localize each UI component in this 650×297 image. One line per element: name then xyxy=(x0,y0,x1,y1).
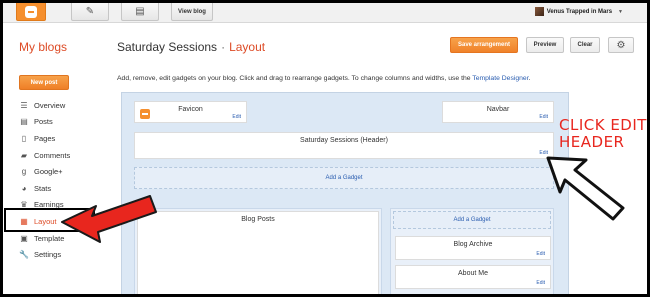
description-text: Add, remove, edit gadgets on your blog. … xyxy=(117,75,473,82)
gadget-title: About Me xyxy=(458,270,488,277)
favicon-gadget[interactable]: Favicon Edit xyxy=(134,101,247,123)
gadget-title: Blog Archive xyxy=(453,241,493,248)
my-blogs-link[interactable]: My blogs xyxy=(19,40,67,54)
blogger-home-button[interactable] xyxy=(16,3,46,21)
layout-description: Add, remove, edit gadgets on your blog. … xyxy=(117,75,530,82)
sidebar-item-label: Overview xyxy=(34,100,66,110)
gadget-title: Navbar xyxy=(486,106,510,113)
sidebar-item-label: Template xyxy=(34,233,65,243)
sidebar-item-settings[interactable]: 🔧 Settings xyxy=(19,246,109,263)
about-me-edit-link[interactable]: Edit xyxy=(536,280,545,286)
sidebar-item-overview[interactable]: ☰ Overview xyxy=(19,97,109,114)
top-bar: ✎ ▤ View blog Venus Trapped in Mars ▼ xyxy=(3,3,647,23)
settings-gear-button[interactable]: ⚙ xyxy=(608,37,634,53)
description-period: . xyxy=(528,75,531,82)
navbar-edit-link[interactable]: Edit xyxy=(539,114,548,120)
blogger-logo-icon xyxy=(25,5,37,18)
pages-icon: ▤ xyxy=(135,5,145,17)
stats-icon: ◕ xyxy=(21,183,27,193)
sidebar-item-label: Google+ xyxy=(34,167,63,177)
breadcrumb: Saturday Sessions · Layout xyxy=(117,40,265,54)
pencil-icon: ✎ xyxy=(85,5,95,17)
wrench-icon: 🔧 xyxy=(19,250,29,260)
sidebar-item-pages[interactable]: ▯ Pages xyxy=(19,130,109,147)
annotation-text: CLICK EDIT HEADER xyxy=(559,117,647,151)
posts-list-button[interactable]: ▤ xyxy=(121,3,159,21)
layout-canvas: Favicon Edit Navbar Edit Saturday Sessio… xyxy=(121,92,569,294)
page-title: Layout xyxy=(229,40,266,54)
sidebar-item-label: Pages xyxy=(34,133,56,143)
sidebar-item-label: Stats xyxy=(34,183,52,193)
user-menu[interactable]: Venus Trapped in Mars ▼ xyxy=(534,7,623,16)
google-plus-icon: g xyxy=(21,167,27,177)
sidebar-item-label: Comments xyxy=(34,150,71,160)
sidebar-item-label: Posts xyxy=(34,117,53,127)
new-post-pencil-button[interactable]: ✎ xyxy=(71,3,109,21)
sidebar-column: Add a Gadget Blog Archive Edit About Me … xyxy=(390,208,554,294)
screenshot-frame: ✎ ▤ View blog Venus Trapped in Mars ▼ My… xyxy=(3,3,647,294)
comments-icon: ▰ xyxy=(20,150,28,160)
sidebar-nav: ☰ Overview ▤ Posts ▯ Pages ▰ Comments g … xyxy=(19,97,109,263)
sidebar-item-template[interactable]: ▣ Template xyxy=(19,230,109,247)
layout-highlight-box xyxy=(4,208,95,232)
gadget-title: Saturday Sessions (Header) xyxy=(300,137,388,144)
avatar xyxy=(534,7,544,16)
sidebar-item-label: Settings xyxy=(34,250,62,260)
sidebar-item-comments[interactable]: ▰ Comments xyxy=(19,147,109,164)
sidebar-item-google-plus[interactable]: g Google+ xyxy=(19,163,109,180)
pages-icon: ▯ xyxy=(21,133,27,143)
favicon-edit-link[interactable]: Edit xyxy=(232,114,241,120)
main-column: Blog Posts xyxy=(134,208,382,294)
posts-icon: ▤ xyxy=(20,117,28,127)
about-me-gadget[interactable]: About Me Edit xyxy=(395,265,551,289)
blog-archive-gadget[interactable]: Blog Archive Edit xyxy=(395,236,551,260)
sidebar-item-posts[interactable]: ▤ Posts xyxy=(19,114,109,131)
blog-title[interactable]: Saturday Sessions xyxy=(117,40,217,54)
template-icon: ▣ xyxy=(20,233,28,243)
user-name: Venus Trapped in Mars xyxy=(546,8,613,15)
gear-icon: ⚙ xyxy=(616,39,626,51)
add-gadget-link[interactable]: Add a Gadget xyxy=(134,167,554,189)
blog-archive-edit-link[interactable]: Edit xyxy=(536,251,545,257)
header-gadget[interactable]: Saturday Sessions (Header) Edit xyxy=(134,132,554,159)
navbar-gadget[interactable]: Navbar Edit xyxy=(442,101,554,123)
sidebar-add-gadget-link[interactable]: Add a Gadget xyxy=(393,211,551,229)
clear-button[interactable]: Clear xyxy=(570,37,600,53)
annotation-line-2: HEADER xyxy=(559,133,625,151)
annotation-line-1: CLICK EDIT xyxy=(559,116,647,134)
gadget-title: Blog Posts xyxy=(241,216,275,223)
template-designer-link[interactable]: Template Designer xyxy=(472,75,528,82)
preview-button[interactable]: Preview xyxy=(526,37,564,53)
overview-icon: ☰ xyxy=(20,100,28,110)
view-blog-button[interactable]: View blog xyxy=(171,3,213,21)
blog-posts-gadget[interactable]: Blog Posts xyxy=(137,211,379,294)
header-edit-link[interactable]: Edit xyxy=(539,150,548,156)
new-post-button[interactable]: New post xyxy=(19,75,69,90)
save-arrangement-button[interactable]: Save arrangement xyxy=(450,37,518,53)
breadcrumb-separator: · xyxy=(221,40,226,54)
gadget-title: Favicon xyxy=(178,106,203,113)
sidebar-item-stats[interactable]: ◕ Stats xyxy=(19,180,109,197)
chevron-down-icon: ▼ xyxy=(618,8,623,15)
